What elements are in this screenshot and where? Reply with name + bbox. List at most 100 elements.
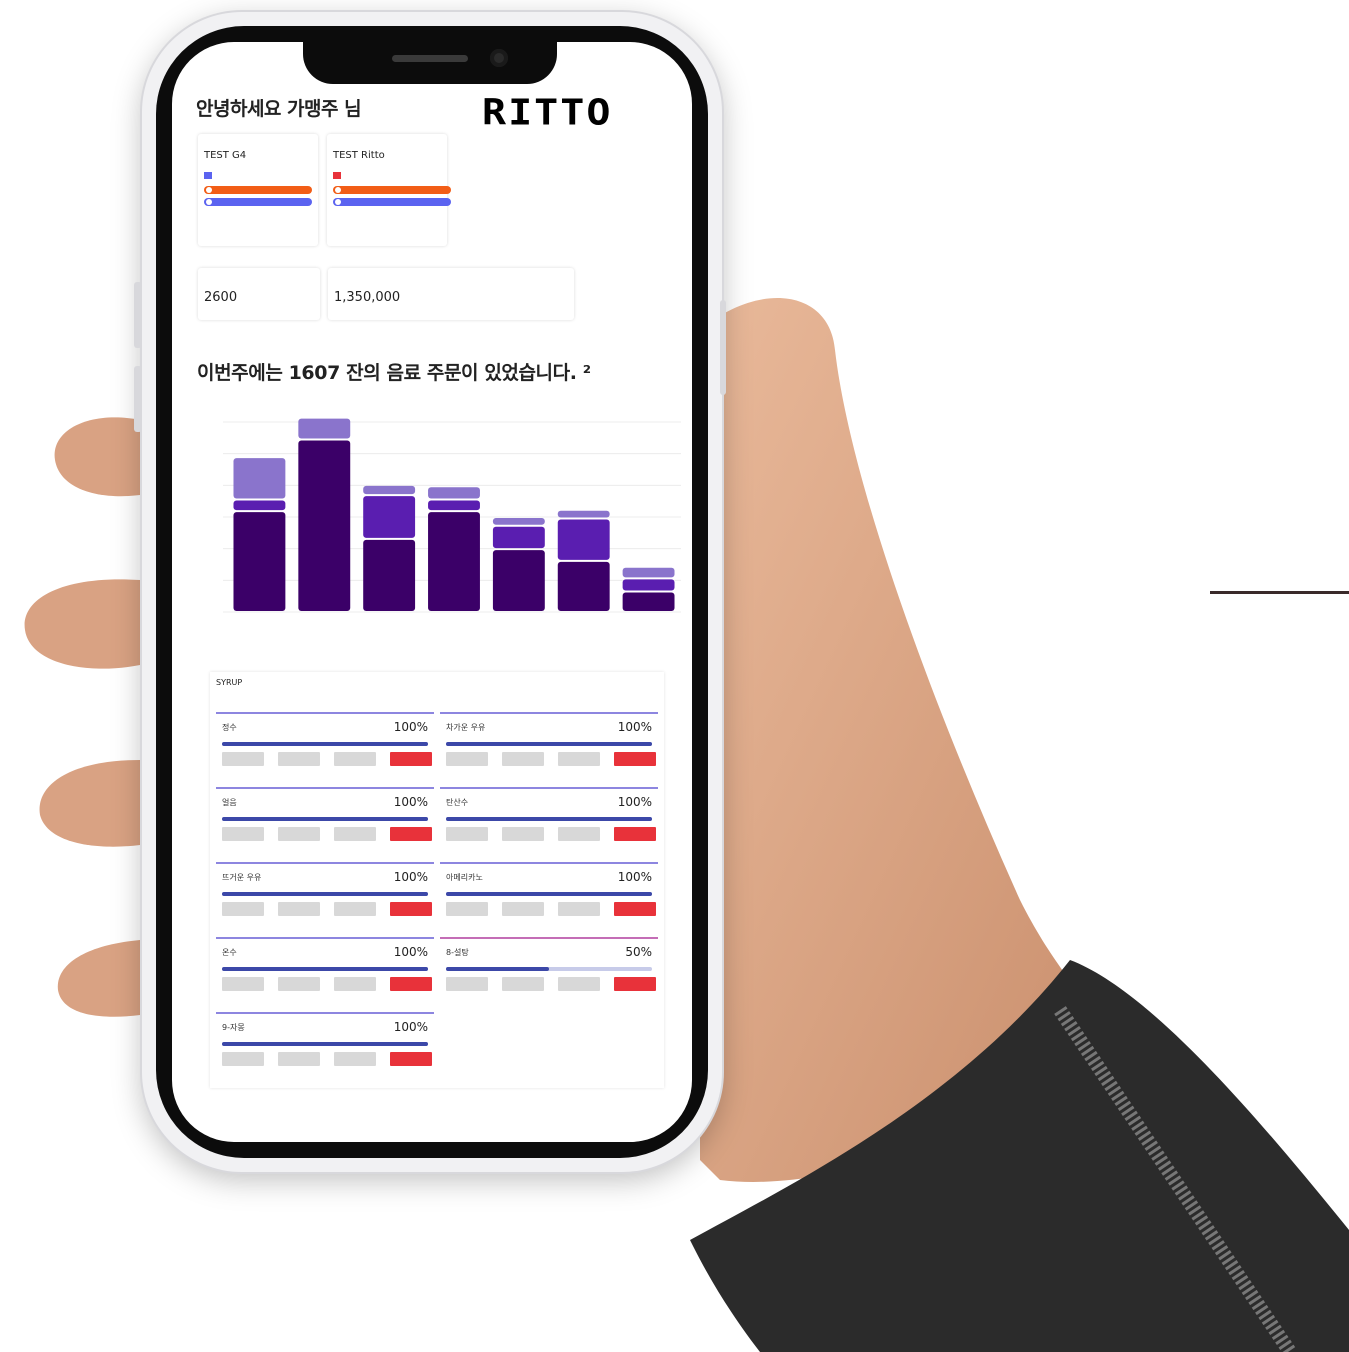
syrup-action-button[interactable] bbox=[222, 827, 264, 841]
syrup-alert-button[interactable] bbox=[390, 902, 432, 916]
syrup-level-bar bbox=[446, 742, 652, 746]
machine-name: TEST Ritto bbox=[333, 150, 385, 161]
syrup-level-fill bbox=[222, 892, 428, 896]
machine-card[interactable]: TEST Ritto bbox=[327, 134, 451, 246]
phone-power-button bbox=[720, 300, 726, 395]
syrup-actions bbox=[446, 827, 656, 841]
bar-segment bbox=[622, 592, 675, 611]
syrup-action-button[interactable] bbox=[334, 1052, 376, 1066]
syrup-level-bar bbox=[222, 742, 428, 746]
syrup-actions bbox=[222, 827, 432, 841]
weekly-headline: 이번주에는 1607 잔의 음료 주문이 있었습니다. ² bbox=[197, 362, 591, 384]
syrup-action-button[interactable] bbox=[558, 977, 600, 991]
alert-pill bbox=[333, 186, 451, 194]
bar-segment bbox=[557, 510, 610, 518]
ritto-logo: RITTO bbox=[482, 92, 613, 134]
syrup-alert-button[interactable] bbox=[614, 902, 656, 916]
syrup-action-button[interactable] bbox=[502, 902, 544, 916]
syrup-panel: SYRUP 정수 100% 차가운 우유 100% 얼음 100% 탄산수 100% 뜨거운 우… bbox=[210, 672, 664, 1088]
syrup-alert-button[interactable] bbox=[390, 977, 432, 991]
syrup-percent: 100% bbox=[617, 870, 652, 884]
syrup-action-button[interactable] bbox=[334, 977, 376, 991]
syrup-action-button[interactable] bbox=[278, 1052, 320, 1066]
bar-segment bbox=[622, 579, 675, 591]
phone-side-button bbox=[134, 282, 142, 348]
syrup-alert-button[interactable] bbox=[390, 827, 432, 841]
syrup-action-button[interactable] bbox=[502, 827, 544, 841]
bar-segment bbox=[557, 561, 610, 611]
syrup-action-button[interactable] bbox=[446, 977, 488, 991]
syrup-action-button[interactable] bbox=[334, 827, 376, 841]
syrup-item: 얼음 100% bbox=[216, 787, 434, 851]
syrup-name: 차가운 우유 bbox=[446, 723, 486, 732]
syrup-name: 온수 bbox=[222, 948, 237, 957]
syrup-item: 뜨거운 우유 100% bbox=[216, 862, 434, 926]
stacked-bar-chart bbox=[223, 418, 681, 613]
syrup-action-button[interactable] bbox=[222, 902, 264, 916]
bar-segment bbox=[622, 567, 675, 578]
syrup-action-button[interactable] bbox=[502, 977, 544, 991]
syrup-item: 온수 100% bbox=[216, 937, 434, 1001]
syrup-level-fill bbox=[446, 967, 549, 971]
syrup-action-button[interactable] bbox=[446, 752, 488, 766]
bar-segment bbox=[363, 496, 416, 538]
syrup-action-button[interactable] bbox=[222, 977, 264, 991]
bar-segment bbox=[428, 512, 480, 611]
syrup-title: SYRUP bbox=[216, 678, 243, 687]
weekly-orders-chart bbox=[197, 412, 687, 632]
syrup-action-button[interactable] bbox=[222, 1052, 264, 1066]
syrup-actions bbox=[446, 977, 656, 991]
kpi-card-cups: 2600 bbox=[198, 268, 320, 320]
syrup-percent: 50% bbox=[625, 945, 652, 959]
kpi-row: 1,350,000 bbox=[334, 286, 404, 305]
machine-name: TEST G4 bbox=[204, 150, 247, 161]
syrup-item: 9-자몽 100% bbox=[216, 1012, 434, 1076]
syrup-action-button[interactable] bbox=[446, 827, 488, 841]
warning-icon bbox=[335, 187, 341, 193]
syrup-action-button[interactable] bbox=[334, 752, 376, 766]
syrup-action-button[interactable] bbox=[446, 902, 488, 916]
syrup-alert-button[interactable] bbox=[390, 1052, 432, 1066]
syrup-percent: 100% bbox=[393, 870, 428, 884]
bar-segment bbox=[492, 526, 545, 549]
kpi-value: 2600 bbox=[204, 290, 238, 305]
syrup-level-fill bbox=[222, 817, 428, 821]
error-icon bbox=[333, 172, 341, 179]
syrup-action-button[interactable] bbox=[334, 902, 376, 916]
phone-screen: 안녕하세요 가맹주 님 RITTO TEST G4 TEST Ritto 260… bbox=[172, 42, 692, 1142]
syrup-name: 8-설탕 bbox=[446, 948, 469, 957]
syrup-percent: 100% bbox=[393, 720, 428, 734]
syrup-level-fill bbox=[446, 892, 652, 896]
syrup-action-button[interactable] bbox=[558, 827, 600, 841]
machine-card[interactable]: TEST G4 bbox=[198, 134, 318, 246]
syrup-action-button[interactable] bbox=[278, 902, 320, 916]
syrup-name: 정수 bbox=[222, 723, 237, 732]
syrup-action-button[interactable] bbox=[558, 752, 600, 766]
syrup-action-button[interactable] bbox=[278, 827, 320, 841]
syrup-alert-button[interactable] bbox=[390, 752, 432, 766]
status-pill bbox=[204, 198, 312, 206]
bar-segment bbox=[363, 485, 416, 495]
syrup-level-bar bbox=[446, 967, 652, 971]
bar-segment bbox=[557, 519, 610, 560]
syrup-level-fill bbox=[222, 1042, 428, 1046]
syrup-alert-button[interactable] bbox=[614, 827, 656, 841]
syrup-item: 정수 100% bbox=[216, 712, 434, 776]
syrup-action-button[interactable] bbox=[222, 752, 264, 766]
greeting-text: 안녕하세요 가맹주 님 bbox=[196, 98, 362, 120]
syrup-action-button[interactable] bbox=[558, 902, 600, 916]
syrup-alert-button[interactable] bbox=[614, 752, 656, 766]
status-pill bbox=[333, 198, 451, 206]
syrup-actions bbox=[222, 977, 432, 991]
syrup-actions bbox=[446, 902, 656, 916]
syrup-level-bar bbox=[446, 817, 652, 821]
syrup-action-button[interactable] bbox=[278, 977, 320, 991]
machine-status bbox=[333, 172, 344, 179]
syrup-level-bar bbox=[222, 1042, 428, 1046]
syrup-action-button[interactable] bbox=[278, 752, 320, 766]
bar-segment bbox=[233, 512, 286, 611]
syrup-action-button[interactable] bbox=[502, 752, 544, 766]
syrup-alert-button[interactable] bbox=[614, 977, 656, 991]
front-camera bbox=[490, 49, 508, 67]
syrup-level-bar bbox=[446, 892, 652, 896]
